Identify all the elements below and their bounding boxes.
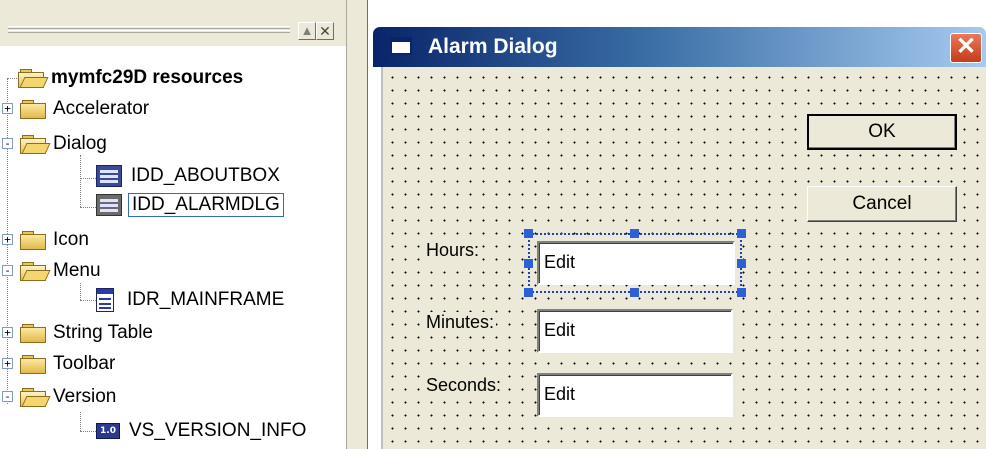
tree-item-label: IDD_ALARMDLG: [128, 193, 284, 217]
folder-icon: [20, 231, 46, 250]
expand-icon-button[interactable]: +: [2, 234, 13, 245]
collapse-dialog-button[interactable]: -: [2, 138, 13, 149]
dialog-title: Alarm Dialog: [428, 35, 558, 58]
collapse-menu-button[interactable]: -: [2, 265, 13, 276]
dialog-resource-icon: [96, 194, 122, 216]
cancel-button[interactable]: Cancel: [807, 186, 957, 222]
version-resource-icon: 1.0: [96, 423, 120, 439]
minutes-edit-control[interactable]: Edit: [537, 309, 733, 353]
resize-handle-nw[interactable]: [524, 229, 533, 238]
tree-item-label: Icon: [53, 229, 89, 250]
resize-handle-e[interactable]: [737, 259, 746, 268]
hours-edit-control[interactable]: Edit: [537, 241, 735, 285]
tree-item-root[interactable]: mymfc29D resources: [18, 65, 246, 91]
ok-button[interactable]: OK: [807, 114, 957, 150]
tree-item-label: Dialog: [53, 133, 107, 154]
tree-item-label: String Table: [53, 322, 153, 343]
minutes-label[interactable]: Minutes:: [424, 312, 497, 333]
tree-item-dialog[interactable]: Dialog: [20, 131, 110, 157]
tree-root-label: mymfc29D resources: [51, 67, 244, 88]
pane-close-button[interactable]: ✕: [316, 22, 334, 40]
tree-item-string-table[interactable]: String Table: [20, 320, 156, 346]
collapse-version-button[interactable]: -: [2, 391, 13, 402]
tree-item-vs-version-info[interactable]: 1.0 VS_VERSION_INFO: [96, 418, 309, 444]
dialog-client-area[interactable]: OK Cancel Hours: Edit Minutes: Edit Seco…: [381, 67, 986, 449]
tree-item-label: Toolbar: [53, 353, 116, 374]
tree-item-icon[interactable]: Icon: [20, 227, 92, 253]
tree-item-idd-alarmdlg[interactable]: IDD_ALARMDLG: [96, 192, 284, 218]
resize-handle-ne[interactable]: [737, 229, 746, 238]
seconds-label[interactable]: Seconds:: [424, 375, 504, 396]
folder-open-icon: [20, 388, 51, 407]
tree-item-label: VS_VERSION_INFO: [129, 420, 307, 441]
tree-item-idd-aboutbox[interactable]: IDD_ABOUTBOX: [96, 163, 283, 189]
pane-splitter[interactable]: [346, 0, 353, 449]
window-icon: [390, 37, 412, 55]
dialog-titlebar[interactable]: Alarm Dialog ✕: [373, 27, 986, 67]
resource-tree-pane: ▲ ✕ mymfc29D resources + Accelerator - D…: [0, 0, 346, 449]
resize-handle-sw[interactable]: [524, 288, 533, 297]
tree-item-label: Version: [53, 386, 117, 407]
menu-resource-icon: [96, 288, 114, 312]
hours-label[interactable]: Hours:: [424, 240, 482, 261]
expand-toolbar-button[interactable]: +: [2, 358, 13, 369]
folder-icon: [20, 355, 46, 374]
tree-item-label: Menu: [53, 260, 101, 281]
tree-item-label: IDD_ABOUTBOX: [131, 165, 280, 186]
folder-open-icon: [20, 135, 51, 154]
folder-open-icon: [18, 69, 49, 88]
expand-string-table-button[interactable]: +: [2, 327, 13, 338]
alarm-dialog-window[interactable]: Alarm Dialog ✕ OK Cancel Hours: Edit Min…: [373, 27, 986, 449]
expand-accelerator-button[interactable]: +: [2, 103, 13, 114]
tree-item-menu[interactable]: Menu: [20, 258, 104, 284]
tree-item-label: Accelerator: [53, 98, 150, 119]
resize-handle-s[interactable]: [630, 288, 639, 297]
tree-item-version[interactable]: Version: [20, 384, 119, 410]
resize-handle-se[interactable]: [737, 288, 746, 297]
resize-handle-n[interactable]: [630, 229, 639, 238]
tree-item-idr-mainframe[interactable]: IDR_MAINFRAME: [96, 287, 287, 313]
dialog-resource-icon: [96, 165, 122, 187]
pane-gripper[interactable]: ▲ ✕: [0, 0, 346, 46]
tree-item-toolbar[interactable]: Toolbar: [20, 351, 118, 377]
tree-item-accelerator[interactable]: Accelerator: [20, 96, 152, 122]
seconds-edit-control[interactable]: Edit: [537, 373, 733, 417]
dialog-close-button[interactable]: ✕: [950, 33, 982, 63]
folder-icon: [20, 100, 46, 119]
folder-open-icon: [20, 262, 51, 281]
resize-handle-w[interactable]: [524, 259, 533, 268]
pane-maximize-button[interactable]: ▲: [298, 22, 316, 40]
folder-icon: [20, 324, 46, 343]
tree-item-label: IDR_MAINFRAME: [127, 289, 285, 310]
